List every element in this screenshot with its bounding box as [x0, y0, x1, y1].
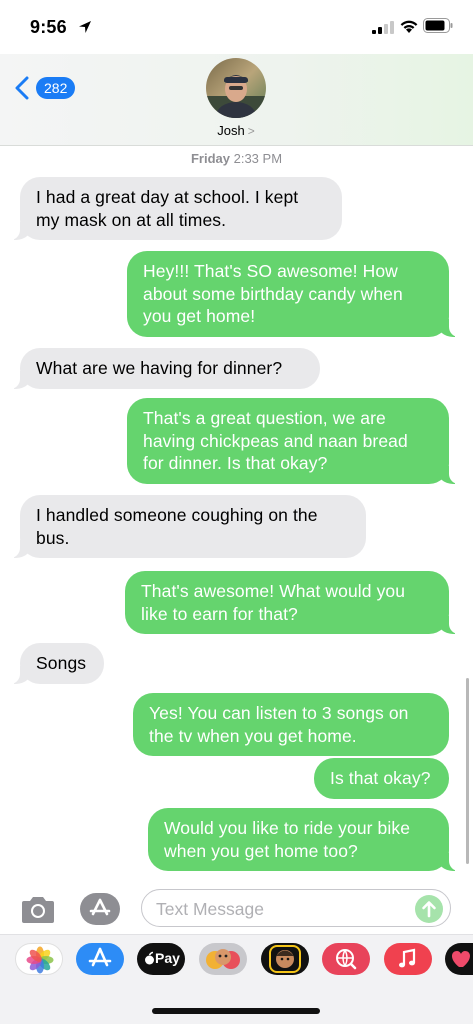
wifi-icon	[400, 20, 418, 33]
home-indicator[interactable]	[152, 1008, 320, 1014]
arrow-up-icon	[422, 901, 436, 918]
message-text: That's a great question, we are having c…	[143, 408, 408, 473]
contact-name: Josh	[217, 123, 245, 138]
digital-touch-app-icon[interactable]	[445, 943, 473, 975]
message-timestamp: Friday 2:33 PM	[0, 151, 473, 166]
message-text: Yes! You can listen to 3 songs on the tv…	[149, 703, 409, 746]
chevron-left-icon	[15, 76, 29, 100]
send-button[interactable]	[415, 895, 443, 923]
apple-pay-label: Pay	[155, 950, 180, 966]
apple-pay-app-icon[interactable]: Pay	[137, 943, 185, 975]
contact-name-row: Josh >	[186, 123, 286, 138]
avatar-photo	[206, 58, 266, 118]
message-text: Hey!!! That's SO awesome! How about some…	[143, 261, 403, 326]
app-store-app-icon[interactable]	[76, 943, 124, 975]
conversation-header: 282 Josh >	[0, 54, 473, 146]
message-text: That's awesome! What would you like to e…	[141, 581, 406, 624]
outgoing-message-bubble[interactable]: Is that okay?	[314, 758, 449, 799]
message-input-bar: Text Message	[0, 880, 473, 936]
message-placeholder: Text Message	[156, 899, 264, 919]
outgoing-message-bubble[interactable]: Yes! You can listen to 3 songs on the tv…	[133, 693, 449, 756]
contact-details-button[interactable]: Josh >	[186, 58, 286, 142]
timestamp-day: Friday	[190, 151, 230, 166]
music-note-icon	[399, 948, 416, 968]
message-text: I had a great day at school. I kept my m…	[36, 187, 299, 230]
back-button[interactable]: 282	[14, 74, 76, 102]
unread-count-badge: 282	[36, 77, 76, 99]
photos-flower-icon	[26, 946, 54, 974]
cellular-signal-icon	[372, 21, 394, 34]
message-text: What are we having for dinner?	[36, 358, 283, 378]
incoming-message-bubble[interactable]: I had a great day at school. I kept my m…	[10, 177, 342, 240]
app-drawer-icon[interactable]	[79, 892, 121, 926]
music-app-icon[interactable]	[384, 943, 432, 975]
outgoing-message-bubble[interactable]: Hey!!! That's SO awesome! How about some…	[127, 251, 459, 337]
animoji-app-icon[interactable]	[261, 943, 309, 975]
message-text: Is that okay?	[330, 768, 431, 788]
animoji-face-icon	[269, 945, 301, 973]
outgoing-message-bubble[interactable]: That's a great question, we are having c…	[127, 398, 459, 484]
chevron-right-icon: >	[247, 124, 255, 138]
app-store-a-icon	[88, 947, 112, 967]
memoji-stickers-app-icon[interactable]	[199, 943, 247, 975]
scroll-indicator[interactable]	[466, 678, 469, 864]
heart-icon	[452, 951, 470, 967]
camera-icon[interactable]	[19, 895, 57, 925]
message-text: I handled someone coughing on the bus.	[36, 505, 318, 548]
outgoing-message-bubble[interactable]: Would you like to ride your bike when yo…	[148, 808, 459, 871]
avatar	[206, 58, 266, 118]
memoji-faces-icon	[206, 949, 240, 969]
incoming-message-bubble[interactable]: What are we having for dinner?	[10, 348, 320, 389]
message-text-field[interactable]: Text Message	[141, 889, 451, 927]
message-text: Would you like to ride your bike when yo…	[164, 818, 411, 861]
status-bar: 9:56	[0, 0, 473, 54]
photos-app-icon[interactable]	[15, 943, 63, 975]
globe-search-icon	[336, 949, 357, 970]
message-text: Songs	[36, 653, 87, 673]
web-image-search-app-icon[interactable]	[322, 943, 370, 975]
location-arrow-icon	[79, 21, 91, 33]
incoming-message-bubble[interactable]: I handled someone coughing on the bus.	[10, 495, 366, 558]
timestamp-time: 2:33 PM	[233, 151, 283, 166]
status-time: 9:56	[30, 17, 67, 37]
battery-icon	[423, 18, 453, 33]
outgoing-message-bubble[interactable]: That's awesome! What would you like to e…	[125, 571, 459, 634]
incoming-message-bubble[interactable]: Songs	[10, 643, 104, 684]
